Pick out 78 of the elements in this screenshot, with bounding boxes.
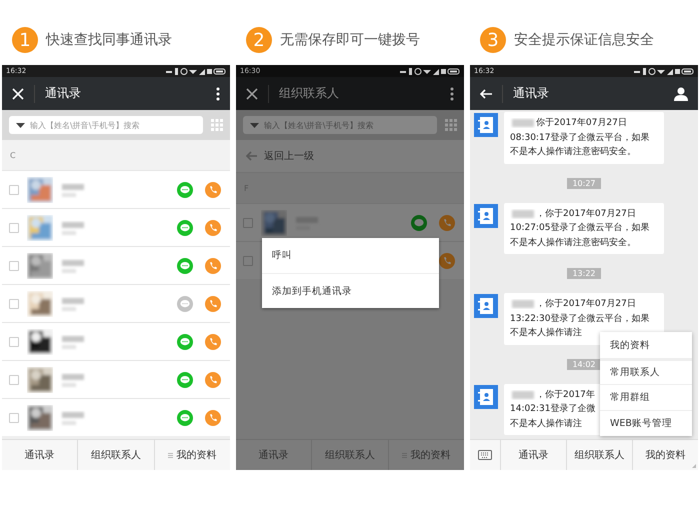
nav-title: 通讯录 [45,85,82,102]
nav-title: 通讯录 [513,85,550,102]
chat-icon[interactable] [177,258,193,274]
contact-book-icon [474,294,498,318]
step-number: 1 [12,27,38,53]
blurred-name [510,208,536,220]
checkbox[interactable] [243,256,253,266]
chat-icon[interactable] [177,220,193,236]
search-field[interactable]: 输入【姓名\拼音\手机号】搜索 [243,116,437,134]
blurred-name [510,298,536,310]
nav-title: 组织联系人 [279,85,340,102]
timestamp: 14:02 [567,358,601,370]
phone-icon[interactable] [205,410,221,426]
step-number: 2 [246,27,272,53]
chat-icon[interactable] [177,410,193,426]
message-line: 08:30:17登录了企微云平台，如果 [510,132,650,144]
grid-icon[interactable] [211,119,223,131]
contact-book-icon [474,384,498,408]
corner-triangle-icon [692,464,696,468]
back-arrow-icon [246,151,257,161]
phone-icon[interactable] [439,214,455,230]
menu-item[interactable]: 我的资料 [600,332,692,358]
popup-item[interactable]: 添加到手机通讯录 [262,273,439,308]
step-caption: 快速查找同事通讯录 [46,31,172,49]
message-line: 10:27:05登录了企微云平台，如果 [510,222,650,235]
message-line: 你于2017年07月27日 [536,116,627,130]
message-line: 不是本人操作请注 [510,326,582,340]
grid-icon[interactable] [445,119,457,131]
contact-book-icon [474,113,498,137]
menu-item[interactable]: 常用群组 [600,384,692,410]
close-icon[interactable] [246,88,258,100]
phone-icon[interactable] [205,220,221,236]
menu-icon [168,452,174,458]
chat-icon[interactable] [411,214,427,230]
status-icons-drawing [634,68,694,74]
more-icon[interactable] [216,86,220,100]
phone-icon[interactable] [439,252,455,268]
phone-icon[interactable] [205,334,221,350]
step-caption: 无需保存即可一键拨号 [280,31,420,49]
phone-icon[interactable] [205,296,221,312]
message-line: ，你于2017年07月27日 [536,298,636,311]
message-line: ，你于2017年07月27日 [536,208,636,220]
phone-icon[interactable] [205,182,221,198]
chat-icon[interactable] [177,334,193,350]
message-line: 不是本人操作请注 [510,418,582,430]
chat-icon[interactable] [177,372,193,388]
section-letter: C [10,150,16,160]
message-line: 14:02:31登录了企微 [510,402,596,416]
back-button[interactable]: 返回上一级 [236,140,464,173]
menu-item[interactable]: 常用联系人 [600,358,692,384]
message-line: 不是本人操作请注意密码安全。 [510,146,636,159]
phone-icon[interactable] [205,258,221,274]
chat-icon[interactable] [177,296,193,312]
timestamp: 10:27 [567,178,601,188]
message-line: 13:22:30登录了企微云平台，如果 [510,312,650,326]
message-line: ，你于2017年 [536,388,595,402]
blurred-name [510,388,536,401]
status-icons-drawing [166,68,226,74]
step-number: 3 [480,27,506,53]
person-icon[interactable] [674,86,688,100]
keyboard-icon [478,450,492,460]
tab[interactable]: 我的资料 [632,440,698,470]
contact-book-icon [474,204,498,228]
status-icons-drawing [400,68,460,74]
phone-icon[interactable] [205,372,221,388]
contact-row[interactable] [236,203,464,241]
popup-item[interactable]: 呼叫 [262,238,439,273]
timestamp: 13:22 [567,268,601,279]
caret-icon[interactable] [16,122,25,128]
menu-item[interactable]: WEB账号管理 [600,410,692,436]
step-caption: 安全提示保证信息安全 [514,31,654,49]
chat-icon[interactable] [177,182,193,198]
back-arrow-icon[interactable] [480,88,492,98]
message-line: 不是本人操作请注意密码安全。 [510,236,636,250]
blurred-name [510,117,536,130]
search-field[interactable]: 输入【姓名\拼音\手机号】搜索 [9,116,203,134]
checkbox[interactable] [243,218,253,228]
more-icon[interactable] [450,86,454,100]
